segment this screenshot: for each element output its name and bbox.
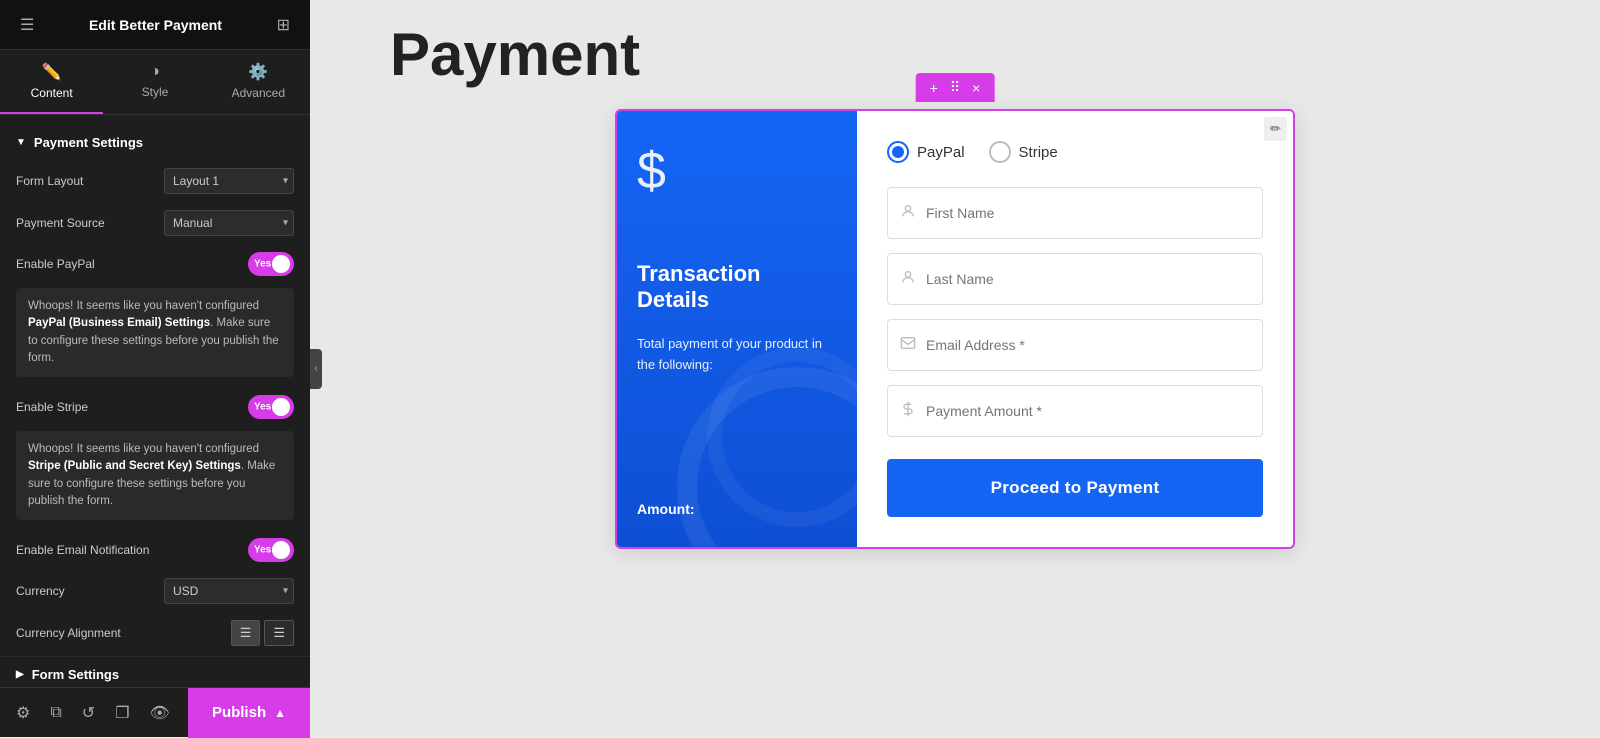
form-settings-arrow-icon: ▶ (16, 669, 24, 680)
widget-toolbar: + ⠿ × (916, 73, 995, 102)
preview-icon-btn[interactable]: 👁 (146, 699, 174, 727)
person-icon-1 (900, 203, 916, 224)
form-layout-select-wrapper: Layout 1 (164, 168, 294, 194)
stripe-label: Stripe (1019, 144, 1058, 161)
content-icon: ✏️ (42, 62, 62, 82)
last-name-input[interactable] (926, 271, 1250, 287)
email-icon (900, 335, 916, 356)
sidebar: ☰ Edit Better Payment ⊞ ✏️ Content ◑ Sty… (0, 0, 310, 737)
payment-source-label: Payment Source (16, 216, 164, 230)
transaction-description: Total payment of your product in the fol… (637, 334, 837, 376)
hamburger-icon[interactable]: ☰ (16, 11, 38, 39)
payment-amount-field (887, 385, 1263, 437)
form-panel: PayPal Stripe (857, 111, 1293, 547)
first-name-field (887, 187, 1263, 239)
first-name-input[interactable] (926, 205, 1250, 221)
stripe-option[interactable]: Stripe (989, 141, 1058, 163)
email-input[interactable] (926, 337, 1250, 353)
enable-stripe-label: Enable Stripe (16, 400, 248, 414)
widget-close-btn[interactable]: × (966, 78, 986, 98)
duplicate-icon-btn[interactable]: ❐ (111, 699, 133, 727)
proceed-to-payment-button[interactable]: Proceed to Payment (887, 459, 1263, 517)
dollar-sign: $ (637, 141, 666, 201)
tab-advanced[interactable]: ⚙️ Advanced (207, 50, 310, 114)
widget-move-btn[interactable]: ⠿ (944, 77, 966, 98)
tab-content[interactable]: ✏️ Content (0, 50, 103, 114)
page-title: Payment (390, 20, 640, 89)
align-right-btn[interactable]: ☰ (264, 620, 294, 646)
tab-advanced-label: Advanced (232, 86, 285, 100)
payment-settings-label: Payment Settings (34, 135, 143, 150)
publish-label: Publish (212, 704, 266, 721)
currency-alignment-label: Currency Alignment (16, 626, 231, 640)
paypal-label: PayPal (917, 144, 965, 161)
paypal-option[interactable]: PayPal (887, 141, 965, 163)
sidebar-tabs: ✏️ Content ◑ Style ⚙️ Advanced (0, 50, 310, 115)
form-layout-row: Form Layout Layout 1 (0, 160, 310, 202)
sidebar-header: ☰ Edit Better Payment ⊞ (0, 0, 310, 50)
payment-source-select[interactable]: Manual (164, 210, 294, 236)
payment-amount-input[interactable] (926, 403, 1250, 419)
sidebar-footer: ⚙ ⧉ ↺ ❐ 👁 Publish ▲ (0, 687, 310, 737)
enable-email-notification-row: Enable Email Notification Yes (0, 530, 310, 570)
tab-style[interactable]: ◑ Style (103, 50, 206, 114)
widget-add-btn[interactable]: + (924, 78, 944, 98)
stripe-warning-bold: Stripe (Public and Secret Key) Settings (28, 460, 241, 472)
payment-settings-header[interactable]: ▼ Payment Settings (0, 127, 310, 160)
paypal-radio-inner (892, 146, 904, 158)
tab-style-label: Style (142, 85, 169, 99)
history-icon-btn[interactable]: ↺ (78, 699, 99, 727)
sidebar-title: Edit Better Payment (89, 17, 222, 33)
stripe-radio[interactable] (989, 141, 1011, 163)
tab-content-label: Content (31, 86, 73, 100)
currency-label: Currency (16, 584, 164, 598)
sidebar-content: ▼ Payment Settings Form Layout Layout 1 … (0, 115, 310, 687)
enable-paypal-label: Enable PayPal (16, 257, 248, 271)
last-name-field (887, 253, 1263, 305)
main-area: Payment + ⠿ × $ Transaction Details Tota… (310, 0, 1600, 737)
enable-stripe-row: Enable Stripe Yes (0, 387, 310, 427)
publish-chevron-icon: ▲ (274, 706, 286, 720)
section-arrow-icon: ▼ (16, 137, 26, 148)
amount-label: Amount: (637, 501, 695, 517)
enable-email-label: Enable Email Notification (16, 543, 248, 557)
align-left-btn[interactable]: ☰ (231, 620, 261, 646)
form-layout-label: Form Layout (16, 174, 164, 188)
dollar-icon (900, 401, 916, 422)
publish-button[interactable]: Publish ▲ (188, 688, 310, 738)
sidebar-collapse-handle[interactable]: ‹ (310, 349, 322, 389)
stripe-toggle[interactable]: Yes (248, 395, 294, 419)
currency-select-wrapper: USD (164, 578, 294, 604)
settings-icon-btn[interactable]: ⚙ (12, 699, 34, 727)
form-settings-header[interactable]: ▶ Form Settings (0, 659, 310, 687)
grid-icon[interactable]: ⊞ (273, 11, 294, 39)
payment-options: PayPal Stripe (887, 141, 1263, 163)
widget-outer: + ⠿ × $ Transaction Details Total paymen… (615, 109, 1295, 549)
payment-source-select-wrapper: Manual (164, 210, 294, 236)
email-notification-toggle[interactable]: Yes (248, 538, 294, 562)
email-field (887, 319, 1263, 371)
widget-card: $ Transaction Details Total payment of y… (615, 109, 1295, 549)
style-icon: ◑ (150, 63, 160, 81)
advanced-icon: ⚙️ (248, 62, 268, 82)
currency-select[interactable]: USD (164, 578, 294, 604)
transaction-title: Transaction Details (637, 261, 837, 314)
paypal-warning-bold: PayPal (Business Email) Settings (28, 317, 210, 329)
paypal-warning: Whoops! It seems like you haven't config… (16, 288, 294, 377)
layers-icon-btn[interactable]: ⧉ (46, 700, 65, 726)
enable-paypal-row: Enable PayPal Yes (0, 244, 310, 284)
currency-row: Currency USD (0, 570, 310, 612)
form-settings-label: Form Settings (32, 667, 119, 682)
widget-edit-icon[interactable]: ✏ (1264, 117, 1287, 141)
currency-alignment-btns: ☰ ☰ (231, 620, 294, 646)
payment-source-row: Payment Source Manual (0, 202, 310, 244)
person-icon-2 (900, 269, 916, 290)
paypal-radio[interactable] (887, 141, 909, 163)
blue-panel: $ Transaction Details Total payment of y… (617, 111, 857, 547)
form-layout-select[interactable]: Layout 1 (164, 168, 294, 194)
paypal-toggle[interactable]: Yes (248, 252, 294, 276)
stripe-warning: Whoops! It seems like you haven't config… (16, 431, 294, 520)
currency-alignment-row: Currency Alignment ☰ ☰ (0, 612, 310, 654)
footer-icons: ⚙ ⧉ ↺ ❐ 👁 (0, 699, 188, 727)
